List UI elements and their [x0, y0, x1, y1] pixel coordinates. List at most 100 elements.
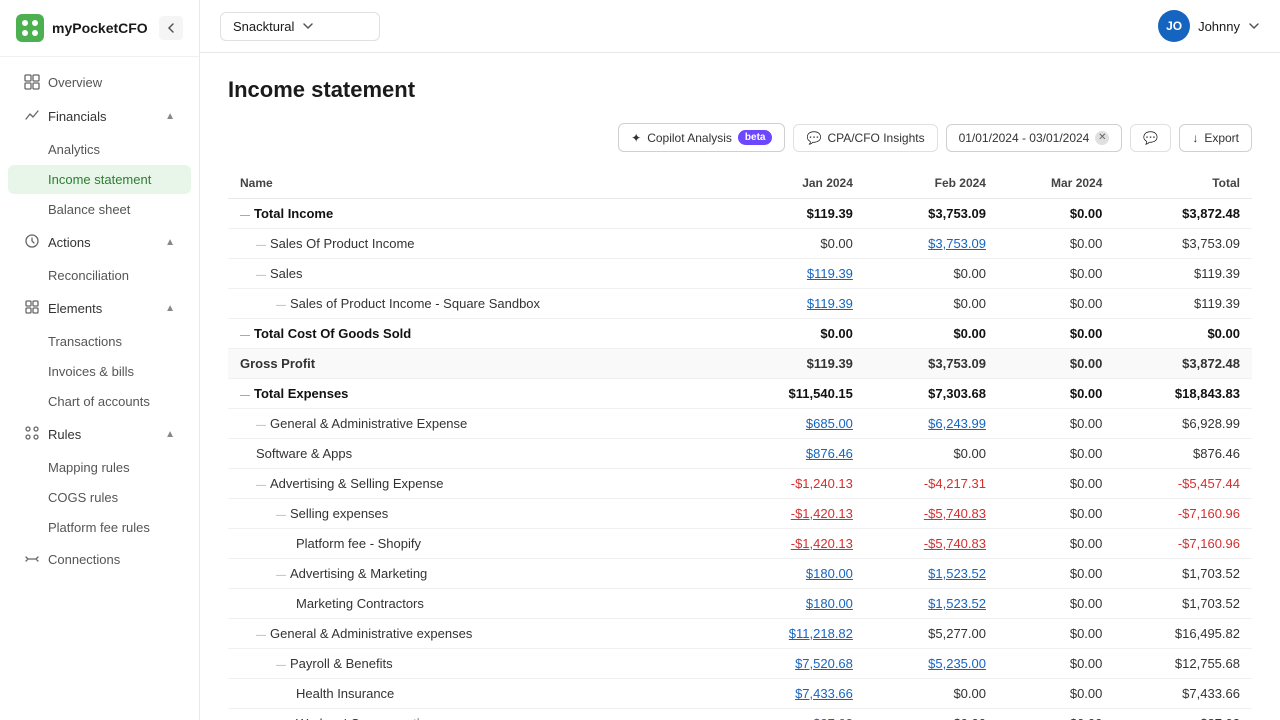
table-row: Health Insurance$7,433.66$0.00$0.00$7,43… — [228, 679, 1252, 709]
cell-mar: $0.00 — [998, 349, 1114, 379]
collapse-icon[interactable]: — — [256, 480, 266, 491]
cell-feb: $0.00 — [865, 679, 998, 709]
cell-feb: $7,303.68 — [865, 379, 998, 409]
sidebar-item-chart-of-accounts[interactable]: Chart of accounts — [8, 387, 191, 416]
collapse-icon[interactable]: — — [276, 570, 286, 581]
linked-value[interactable]: -$1,420.13 — [791, 506, 853, 521]
app-name: myPocketCFO — [52, 20, 148, 36]
linked-value[interactable]: $7,520.68 — [795, 656, 853, 671]
sidebar-item-balance-sheet[interactable]: Balance sheet — [8, 195, 191, 224]
cpa-insights-button[interactable]: 💬 CPA/CFO Insights — [793, 124, 937, 152]
sidebar-group-rules[interactable]: Rules ▲ — [8, 417, 191, 452]
linked-value[interactable]: $11,218.82 — [789, 626, 853, 641]
cell-total: $18,843.83 — [1114, 379, 1252, 409]
collapse-icon[interactable]: — — [240, 390, 250, 401]
linked-value[interactable]: $876.46 — [806, 446, 853, 461]
company-selector[interactable]: Snacktural — [220, 12, 380, 41]
user-dropdown-icon — [1248, 20, 1260, 32]
sidebar: myPocketCFO Overview Financials ▲ Analyt… — [0, 0, 200, 720]
linked-value[interactable]: $119.39 — [807, 296, 853, 311]
linked-value[interactable]: $1,523.52 — [928, 566, 986, 581]
sidebar-group-financials[interactable]: Financials ▲ — [8, 99, 191, 134]
col-feb: Feb 2024 — [865, 168, 998, 199]
table-row: —Sales of Product Income - Square Sandbo… — [228, 289, 1252, 319]
cell-name: —Total Expenses — [228, 379, 728, 409]
cell-total: $119.39 — [1114, 259, 1252, 289]
comment-button[interactable]: 💬 — [1130, 124, 1171, 152]
collapse-icon[interactable]: — — [256, 270, 266, 281]
linked-value[interactable]: $6,243.99 — [928, 416, 986, 431]
beta-badge: beta — [738, 130, 773, 145]
cell-total: -$5,457.44 — [1114, 469, 1252, 499]
linked-value[interactable]: $87.02 — [813, 716, 853, 720]
cell-total: $7,433.66 — [1114, 679, 1252, 709]
col-total: Total — [1114, 168, 1252, 199]
cell-name: —General & Administrative Expense — [228, 409, 728, 439]
export-label: Export — [1204, 131, 1239, 145]
cell-total: -$7,160.96 — [1114, 529, 1252, 559]
collapse-icon[interactable]: — — [256, 240, 266, 251]
linked-value[interactable]: $685.00 — [806, 416, 853, 431]
cell-total: $3,872.48 — [1114, 199, 1252, 229]
linked-value[interactable]: $119.39 — [807, 266, 853, 281]
cell-jan: $180.00 — [728, 589, 864, 619]
table-row: Platform fee - Shopify -$1,420.13 -$5,740.… — [228, 529, 1252, 559]
linked-value[interactable]: $180.00 — [806, 596, 853, 611]
sidebar-item-transactions[interactable]: Transactions — [8, 327, 191, 356]
collapse-icon[interactable]: — — [256, 420, 266, 431]
sidebar-item-reconciliation[interactable]: Reconciliation — [8, 261, 191, 290]
cell-name: —Advertising & Marketing — [228, 559, 728, 589]
row-name-text: Workers' Compensation — [296, 716, 434, 720]
collapse-icon[interactable]: — — [276, 510, 286, 521]
cell-mar: $0.00 — [998, 199, 1114, 229]
linked-value[interactable]: $1,523.52 — [928, 596, 986, 611]
topbar: Snacktural JO Johnny — [200, 0, 1280, 53]
cell-name: —Sales of Product Income - Square Sandbo… — [228, 289, 728, 319]
collapse-icon[interactable]: — — [240, 330, 250, 341]
cell-feb: $6,243.99 — [865, 409, 998, 439]
copilot-analysis-button[interactable]: ✦ Copilot Analysis beta — [618, 123, 785, 152]
sidebar-group-elements[interactable]: Elements ▲ — [8, 291, 191, 326]
cell-jan: $87.02 — [728, 709, 864, 720]
sidebar-item-overview[interactable]: Overview — [8, 66, 191, 98]
linked-value[interactable]: -$5,740.83 — [924, 506, 986, 521]
sidebar-item-mapping-rules[interactable]: Mapping rules — [8, 453, 191, 482]
linked-value[interactable]: $180.00 — [806, 566, 853, 581]
avatar: JO — [1158, 10, 1190, 42]
collapse-icon[interactable]: — — [276, 660, 286, 671]
table-row: —Sales$119.39$0.00$0.00$119.39 — [228, 259, 1252, 289]
date-range-button[interactable]: 01/01/2024 - 03/01/2024 ✕ — [946, 124, 1123, 152]
cell-feb: -$5,740.83 — [865, 529, 998, 559]
sidebar-back-button[interactable] — [159, 16, 183, 40]
sidebar-item-invoices-bills[interactable]: Invoices & bills — [8, 357, 191, 386]
row-name-text: Total Cost Of Goods Sold — [254, 326, 411, 341]
sidebar-item-income-statement[interactable]: Income statement — [8, 165, 191, 194]
collapse-icon[interactable]: — — [256, 630, 266, 641]
linked-value[interactable]: -$1,420.13 — [791, 536, 853, 551]
sidebar-item-analytics[interactable]: Analytics — [8, 135, 191, 164]
col-mar: Mar 2024 — [998, 168, 1114, 199]
linked-value[interactable]: -$5,740.83 — [924, 536, 986, 551]
sidebar-item-platform-fee-rules[interactable]: Platform fee rules — [8, 513, 191, 542]
cell-name: Platform fee - Shopify — [228, 529, 728, 559]
sidebar-item-analytics-label: Analytics — [48, 142, 100, 157]
cpa-icon: 💬 — [806, 131, 821, 145]
sidebar-item-connections[interactable]: Connections — [8, 543, 191, 575]
linked-value[interactable]: $3,753.09 — [928, 236, 986, 251]
table-row: —Advertising & Selling Expense-$1,240.13… — [228, 469, 1252, 499]
collapse-icon[interactable]: — — [240, 210, 250, 221]
cell-total: $1,703.52 — [1114, 559, 1252, 589]
cell-feb: $0.00 — [865, 289, 998, 319]
export-button[interactable]: ↓ Export — [1179, 124, 1252, 152]
linked-value[interactable]: $7,433.66 — [795, 686, 853, 701]
cell-total: $3,753.09 — [1114, 229, 1252, 259]
table-row: —Selling expenses-$1,420.13-$5,740.83$0.… — [228, 499, 1252, 529]
collapse-icon[interactable]: — — [276, 300, 286, 311]
linked-value[interactable]: $5,235.00 — [928, 656, 986, 671]
sidebar-group-actions[interactable]: Actions ▲ — [8, 225, 191, 260]
sidebar-item-cogs-rules[interactable]: COGS rules — [8, 483, 191, 512]
sidebar-header: myPocketCFO — [0, 0, 199, 57]
sidebar-nav: Overview Financials ▲ Analytics Income s… — [0, 57, 199, 720]
cell-feb: $3,753.09 — [865, 349, 998, 379]
cell-feb: $0.00 — [865, 259, 998, 289]
